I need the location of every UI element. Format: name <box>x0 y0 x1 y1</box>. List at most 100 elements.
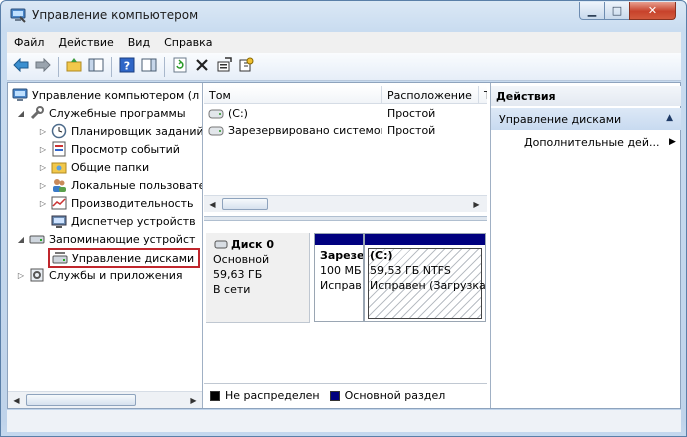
scroll-thumb[interactable] <box>222 198 268 210</box>
tree-item-label: Производительность <box>71 196 194 210</box>
partition-status: Исправен (Загрузка, <box>370 279 486 292</box>
arrow-right-icon <box>35 57 51 75</box>
menu-action[interactable]: Действие <box>51 36 120 49</box>
settings-button[interactable] <box>236 57 256 77</box>
tree-item-label: Общие папки <box>71 160 150 174</box>
delete-button[interactable] <box>192 57 212 77</box>
more-actions-link[interactable]: Дополнительные дей... <box>524 136 659 149</box>
refresh-button[interactable] <box>170 57 190 77</box>
volume-name: (C:) <box>228 107 248 120</box>
partition-size: 59,53 ГБ NTFS <box>370 264 451 277</box>
tree-item-services-apps[interactable]: ▷ Службы и приложения <box>16 266 182 284</box>
action-pane-icon <box>141 57 157 76</box>
tree-horizontal-scrollbar[interactable]: ◀ ▶ <box>8 391 202 408</box>
menu-view[interactable]: Вид <box>121 36 157 49</box>
column-header-volume[interactable]: Том <box>204 86 382 104</box>
scroll-thumb[interactable] <box>26 394 136 406</box>
tree-item-storage[interactable]: ◢ Запоминающие устройст <box>16 230 196 248</box>
tree-item-event-viewer[interactable]: ▷ Просмотр событий <box>38 140 180 158</box>
window-title: Управление компьютером <box>32 8 199 22</box>
tree-item-root[interactable]: Управление компьютером (л <box>12 86 199 104</box>
tools-icon <box>29 105 45 121</box>
column-header-type[interactable]: Т <box>479 86 487 104</box>
disk-legend: Не распределен Основной раздел <box>204 383 487 407</box>
actions-header: Действия <box>491 86 681 106</box>
computer-management-icon <box>10 8 26 23</box>
volume-list: Том Расположение Т (C:) Простой Зарезерв… <box>204 83 487 215</box>
expand-arrow-icon[interactable]: ▷ <box>38 144 48 154</box>
scroll-right-icon[interactable]: ▶ <box>185 392 202 408</box>
disk-info-box[interactable]: Диск 0 Основной 59,63 ГБ В сети <box>206 233 310 323</box>
volume-row[interactable]: Зарезервировано системой Простой <box>204 122 487 139</box>
tree-item-local-users[interactable]: ▷ Локальные пользовате <box>38 176 202 194</box>
volume-list-header: Том Расположение Т <box>204 86 487 104</box>
volume-name: Зарезервировано системой <box>228 124 382 137</box>
maximize-icon: □ <box>611 4 623 17</box>
title-bar[interactable]: Управление компьютером ▁ □ ✕ <box>1 1 686 31</box>
properties-button[interactable] <box>214 57 234 77</box>
tree-item-label: Служебные программы <box>49 106 186 120</box>
menu-help[interactable]: Справка <box>157 36 219 49</box>
help-button[interactable]: ? <box>117 57 137 77</box>
tree-item-label: Управление дисками <box>72 251 195 265</box>
forward-button[interactable] <box>33 57 53 77</box>
tree-item-performance[interactable]: ▷ Производительность <box>38 194 194 212</box>
actions-section-disk-management[interactable]: Управление дисками ▲ <box>491 108 681 130</box>
disk-type: Основной <box>213 253 270 266</box>
actions-pane: Действия Управление дисками ▲ Дополнител… <box>490 83 681 408</box>
up-level-button[interactable] <box>64 57 84 77</box>
disk-status: В сети <box>213 283 251 296</box>
expand-arrow-icon[interactable]: ▷ <box>38 126 48 136</box>
disk-management-icon <box>52 250 68 266</box>
tree-item-device-manager[interactable]: Диспетчер устройств <box>51 212 196 230</box>
tree-item-disk-management[interactable]: Управление дисками <box>48 248 201 268</box>
disk-icon <box>213 236 229 252</box>
show-hide-action-pane-button[interactable] <box>139 57 159 77</box>
expand-arrow-icon[interactable]: ▷ <box>16 270 26 280</box>
tree-item-label: Просмотр событий <box>71 142 180 156</box>
maximize-button[interactable]: □ <box>604 2 630 20</box>
submenu-arrow-icon[interactable]: ▶ <box>669 137 676 147</box>
console-tree-icon <box>88 57 104 76</box>
toolbar: ? <box>7 53 681 81</box>
clock-icon <box>51 123 67 139</box>
expand-arrow-icon[interactable]: ▷ <box>38 162 48 172</box>
toolbar-separator <box>58 56 59 77</box>
scroll-right-icon[interactable]: ▶ <box>468 196 485 212</box>
column-header-layout[interactable]: Расположение <box>382 86 479 104</box>
volume-layout: Простой <box>387 124 436 137</box>
menu-file[interactable]: Файл <box>7 36 51 49</box>
main-content: Управление компьютером (л ◢ Служебные пр… <box>7 82 681 409</box>
tree-item-system-tools[interactable]: ◢ Служебные программы <box>16 104 186 122</box>
actions-section-label: Управление дисками <box>499 113 622 126</box>
back-button[interactable] <box>11 57 31 77</box>
collapse-up-icon[interactable]: ▲ <box>666 113 673 123</box>
partition-color-bar <box>315 234 363 245</box>
volume-list-horizontal-scrollbar[interactable]: ◀ ▶ <box>204 195 487 212</box>
tree-item-label: Управление компьютером (л <box>32 88 200 102</box>
expand-arrow-icon[interactable]: ▷ <box>38 180 48 190</box>
tree-item-label: Запоминающие устройст <box>49 232 196 246</box>
show-hide-tree-button[interactable] <box>86 57 106 77</box>
collapse-arrow-icon[interactable]: ◢ <box>16 108 26 118</box>
shared-folder-icon <box>51 159 67 175</box>
partition-c[interactable]: (C:) 59,53 ГБ NTFS Исправен (Загрузка, <box>364 233 486 322</box>
collapse-arrow-icon[interactable]: ◢ <box>16 234 26 244</box>
partition-status: Исправ <box>320 279 362 292</box>
scroll-left-icon[interactable]: ◀ <box>8 392 25 408</box>
menu-bar: Файл Действие Вид Справка <box>7 32 681 53</box>
volume-row[interactable]: (C:) Простой <box>204 105 487 122</box>
console-tree: Управление компьютером (л ◢ Служебные пр… <box>8 83 203 408</box>
partition-reserved[interactable]: Зарезе 100 МБ Исправ <box>314 233 364 322</box>
tree-item-task-scheduler[interactable]: ▷ Планировщик заданий <box>38 122 203 140</box>
wizard-icon <box>238 57 254 76</box>
expand-arrow-icon[interactable]: ▷ <box>38 198 48 208</box>
minimize-button[interactable]: ▁ <box>579 2 605 20</box>
tree-item-label: Планировщик заданий <box>71 124 203 138</box>
scroll-left-icon[interactable]: ◀ <box>204 196 221 212</box>
minimize-icon: ▁ <box>587 4 597 17</box>
tree-item-shared-folders[interactable]: ▷ Общие папки <box>38 158 149 176</box>
toolbar-separator <box>111 56 112 77</box>
legend-label-primary: Основной раздел <box>344 389 446 402</box>
close-button[interactable]: ✕ <box>629 2 676 20</box>
